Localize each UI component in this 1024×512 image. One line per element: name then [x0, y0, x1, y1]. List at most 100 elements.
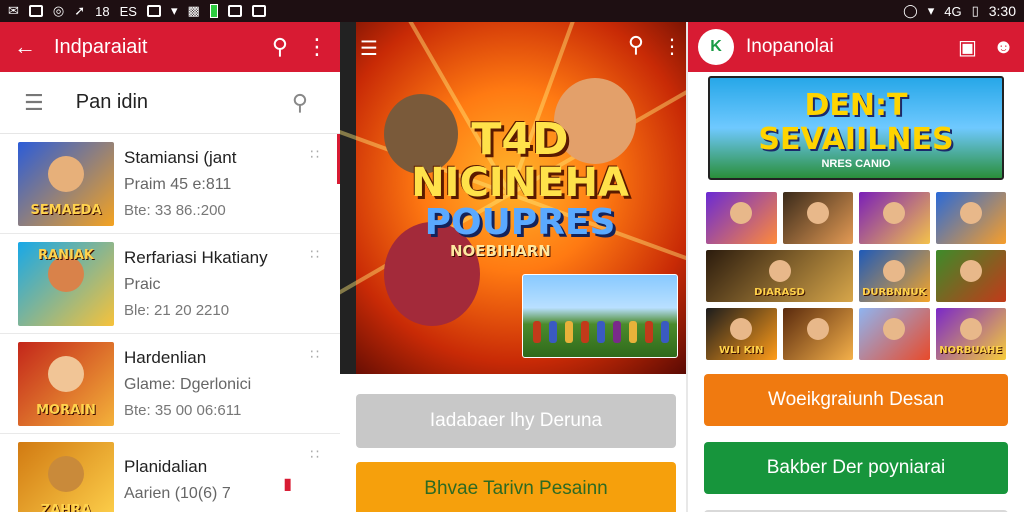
- game-tile[interactable]: NORBUAHE: [935, 308, 1006, 360]
- item-date: Bte: 35 00 06:611: [124, 402, 242, 419]
- game-tile[interactable]: [935, 192, 1006, 244]
- list-item[interactable]: ZAHRA Planidalian Aarien (10(6) 7 ∷ ▮: [0, 434, 340, 512]
- location-icon: ➚: [74, 3, 86, 18]
- item-sub: Praic: [124, 276, 161, 293]
- logo-text: K: [710, 38, 722, 55]
- menu-icon[interactable]: ☰: [24, 90, 44, 116]
- drag-handle-icon[interactable]: ∷: [310, 146, 319, 163]
- character-face-icon: [48, 355, 84, 392]
- more-vert-icon[interactable]: ⋮: [306, 34, 328, 60]
- game-thumbnail[interactable]: MORAIN: [18, 341, 114, 426]
- drag-handle-icon[interactable]: ∷: [310, 246, 319, 263]
- item-name: Hardenlian: [124, 348, 207, 367]
- game-tile[interactable]: [706, 192, 777, 244]
- game-thumbnail[interactable]: ZAHRA: [18, 442, 114, 512]
- gift-icon[interactable]: ▮: [283, 474, 292, 494]
- primary-button[interactable]: Bhvae Tarivn Pesainn: [356, 462, 676, 512]
- list-item[interactable]: MORAIN Hardenlian Glame: Dgerlonici Bte:…: [0, 334, 340, 434]
- character-face-icon: [48, 456, 84, 492]
- photo-icon: [227, 5, 242, 17]
- wifi-icon-right: ▾: [927, 3, 935, 18]
- battery-icon: [209, 4, 218, 18]
- character-face-icon: [48, 155, 84, 192]
- item-sub: Glame: Dgerlonici: [124, 376, 252, 393]
- promo-banner[interactable]: DEN:T SEVAIILNES NRES CANIO: [708, 76, 1004, 180]
- game-thumbnail[interactable]: RANIAK: [18, 241, 114, 326]
- account-icon[interactable]: ☻: [993, 36, 1014, 59]
- game-grid: DIARASD DURBNNUK WLI KIN NORBUAHE: [706, 192, 1006, 360]
- game-tile[interactable]: [782, 192, 853, 244]
- preview-image[interactable]: [522, 274, 678, 358]
- search-icon[interactable]: ⚲: [628, 32, 644, 58]
- figure-icon: [629, 321, 637, 343]
- figure-icon: [597, 321, 605, 343]
- hero-banner[interactable]: ☰ ⚲ ⋮ T4D NICINEHA POUPRES NOEBIHARN: [340, 22, 686, 374]
- game-tile[interactable]: [782, 308, 853, 360]
- thumbnail-label: SEMAEDA: [30, 202, 102, 218]
- item-meta: Rerfariasi Hkatiany Praic Ble: 21 20 221…: [124, 248, 322, 319]
- app-bar: ← Indparaiait ⚲ ⋮: [0, 22, 340, 72]
- game-tile[interactable]: DURBNNUK: [859, 250, 930, 302]
- cast-icon[interactable]: ▣: [958, 35, 977, 60]
- search-row: ☰ Pan idin ⚲: [0, 72, 340, 134]
- tile-label: NORBUAHE: [939, 345, 1003, 356]
- section-title: Pan idin: [75, 91, 149, 113]
- app-logo[interactable]: K: [698, 29, 734, 65]
- figure-icon: [645, 321, 653, 343]
- hero-title-line3: POUPRES: [424, 202, 616, 243]
- alarm-icon: ◯: [903, 3, 918, 18]
- menu-icon[interactable]: ☰: [360, 36, 378, 61]
- mail-icon: ✉: [8, 3, 19, 18]
- search-icon-secondary[interactable]: ⚲: [292, 90, 308, 116]
- character-face-icon: [959, 260, 982, 282]
- game-tile[interactable]: [935, 250, 1006, 302]
- hero-title-line1: T4D: [471, 114, 569, 165]
- status-text-18: 18: [95, 3, 110, 19]
- status-bar: ✉ ◎ ➚ 18 ES ▾ ▩ ◯ ▾ 4G ▯ 3:30: [0, 0, 1024, 22]
- character-face-icon: [730, 318, 753, 340]
- drag-handle-icon[interactable]: ∷: [310, 346, 319, 363]
- hero-title: T4D NICINEHA POUPRES: [380, 118, 660, 242]
- thumbnail-label: ZAHRA: [40, 503, 92, 512]
- chart-icon: [251, 5, 266, 17]
- character-face-icon: [883, 318, 906, 340]
- tile-label: DIARASD: [754, 287, 805, 298]
- item-name: Planidalian: [124, 457, 208, 476]
- wifi-icon: ▾: [170, 3, 178, 18]
- search-icon[interactable]: ⚲: [272, 34, 288, 60]
- character-face-icon: [768, 260, 791, 282]
- image-icon: [146, 5, 161, 17]
- item-meta: Hardenlian Glame: Dgerlonici Bte: 35 00 …: [124, 348, 322, 419]
- game-tile[interactable]: [859, 192, 930, 244]
- figure-icon: [533, 321, 541, 343]
- record-icon: ◎: [52, 3, 65, 18]
- status-text-es: ES: [119, 3, 137, 19]
- app-title: Indparaiait: [54, 35, 148, 58]
- more-vert-icon[interactable]: ⋮: [662, 34, 682, 59]
- orange-button[interactable]: Woeikgraiunh Desan: [704, 374, 1008, 426]
- list-item[interactable]: RANIAK Rerfariasi Hkatiany Praic Ble: 21…: [0, 234, 340, 334]
- drag-handle-icon[interactable]: ∷: [310, 446, 319, 463]
- tile-label: WLI KIN: [719, 345, 764, 356]
- game-thumbnail[interactable]: SEMAEDA: [18, 141, 114, 226]
- game-tile[interactable]: DIARASD: [706, 250, 853, 302]
- list-item[interactable]: SEMAEDA Stamiansi (jant Praim 45 e:811 B…: [0, 134, 340, 234]
- battery-icon-right: ▯: [971, 3, 979, 18]
- green-button[interactable]: Bakber Der poyniarai: [704, 442, 1008, 494]
- figure-icon: [661, 321, 669, 343]
- character-face-icon: [730, 202, 753, 224]
- game-tile[interactable]: [859, 308, 930, 360]
- item-name: Stamiansi (jant: [124, 148, 237, 167]
- status-bar-left: ✉ ◎ ➚ 18 ES ▾ ▩: [8, 3, 266, 19]
- game-tile[interactable]: WLI KIN: [706, 308, 777, 360]
- hero-title-line2: NICINEHA: [411, 160, 629, 206]
- back-arrow-icon[interactable]: ←: [14, 34, 36, 60]
- figure-icon: [613, 321, 621, 343]
- item-date: Ble: 21 20 2210: [124, 302, 230, 319]
- panel-list: ← Indparaiait ⚲ ⋮ ☰ Pan idin ⚲ SEMAEDA S…: [0, 22, 340, 512]
- item-sub: Aarien (10(6) 7: [124, 485, 231, 502]
- character-face-icon: [883, 260, 906, 282]
- item-sub: Praim 45 e:811: [124, 176, 232, 193]
- character-face-icon: [883, 202, 906, 224]
- secondary-button[interactable]: Iadabaer lhy Deruna: [356, 394, 676, 448]
